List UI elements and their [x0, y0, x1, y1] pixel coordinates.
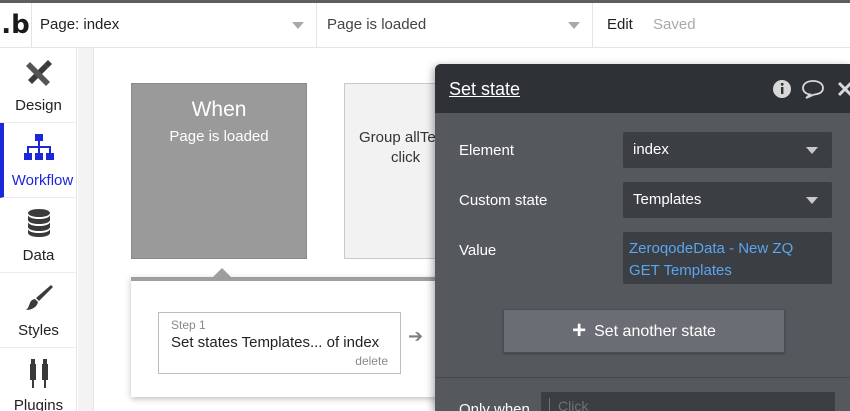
- custom-state-label: Custom state: [459, 192, 548, 209]
- step-number: Step 1: [171, 318, 206, 332]
- step-pointer: [213, 268, 231, 277]
- canvas-gutter: [78, 48, 94, 411]
- workflow-icon: [24, 134, 54, 160]
- save-status: Saved: [653, 16, 696, 33]
- element-dropdown[interactable]: index: [623, 132, 832, 168]
- sidebar-item-plugins[interactable]: Plugins: [0, 348, 77, 411]
- top-toolbar: .b Page: index Page is loaded Edit Saved: [0, 0, 850, 48]
- value-expression-line[interactable]: ZeroqodeData - New ZQ: [629, 238, 826, 260]
- step-description: Set states Templates... of index: [171, 334, 380, 351]
- value-label: Value: [459, 242, 497, 259]
- page-selector-dropdown[interactable]: Page: index: [31, 3, 316, 47]
- sidebar-item-styles[interactable]: Styles: [0, 273, 77, 348]
- panel-title[interactable]: Set state: [449, 79, 520, 100]
- only-when-placeholder: Click: [549, 398, 588, 411]
- element-label: Element: [459, 142, 515, 159]
- set-another-state-button[interactable]: + Set another state: [503, 309, 785, 353]
- comment-icon[interactable]: [801, 79, 825, 99]
- element-dropdown-value: index: [633, 141, 669, 158]
- chevron-down-icon: [806, 147, 818, 154]
- design-icon: [26, 60, 52, 86]
- set-another-state-label: Set another state: [594, 323, 716, 340]
- panel-body: Element index Custom state Templates Val…: [435, 113, 850, 411]
- event-card-subtitle: Page is loaded: [169, 128, 269, 145]
- sidebar-item-label: Workflow: [11, 172, 74, 189]
- event-card-page-loaded[interactable]: When Page is loaded: [131, 83, 307, 259]
- value-expression-line[interactable]: GET Templates: [629, 260, 826, 282]
- plus-icon: +: [572, 317, 587, 344]
- only-when-label: Only when: [459, 401, 530, 411]
- sidebar-item-label: Design: [15, 97, 62, 114]
- sidebar-item-label: Data: [22, 247, 55, 264]
- database-icon: [28, 209, 50, 237]
- sidebar-item-label: Plugins: [13, 397, 64, 411]
- chevron-down-icon: [292, 22, 304, 29]
- panel-header: Set state: [435, 64, 850, 113]
- only-when-condition-field[interactable]: Click: [541, 392, 835, 411]
- info-icon[interactable]: [772, 79, 792, 99]
- arrow-right-icon: ➔: [408, 326, 424, 346]
- close-icon[interactable]: [835, 79, 850, 99]
- section-divider: [435, 377, 850, 378]
- event-selector-dropdown[interactable]: Page is loaded: [316, 3, 592, 47]
- event-card-title: When: [191, 98, 247, 121]
- chevron-down-icon: [806, 197, 818, 204]
- sidebar-item-data[interactable]: Data: [0, 198, 77, 273]
- value-expression-field[interactable]: ZeroqodeData - New ZQ GET Templates: [623, 232, 832, 284]
- sidebar-item-workflow[interactable]: Workflow: [0, 123, 77, 198]
- set-state-panel: Set state Element index Custom state Tem…: [435, 64, 850, 411]
- edit-menu-button[interactable]: Edit: [592, 3, 652, 47]
- custom-state-dropdown[interactable]: Templates: [623, 182, 832, 218]
- custom-state-dropdown-value: Templates: [633, 191, 702, 208]
- sidebar-item-label: Styles: [18, 322, 59, 339]
- bubble-logo[interactable]: .b: [0, 6, 31, 44]
- delete-step-link[interactable]: delete: [355, 354, 388, 368]
- sidebar-item-design[interactable]: Design: [0, 48, 77, 123]
- editor-sidebar: Design Workflow Data Styles Plugins: [0, 48, 77, 411]
- chevron-down-icon: [568, 22, 580, 29]
- workflow-steps-area: Step 1 Set states Templates... of index …: [131, 268, 441, 397]
- step-card[interactable]: Step 1 Set states Templates... of index …: [158, 312, 401, 374]
- plug-icon: [30, 359, 48, 388]
- brush-icon: [26, 285, 53, 310]
- page-selector-label: Page: index: [40, 16, 120, 33]
- event-selector-label: Page is loaded: [327, 16, 427, 33]
